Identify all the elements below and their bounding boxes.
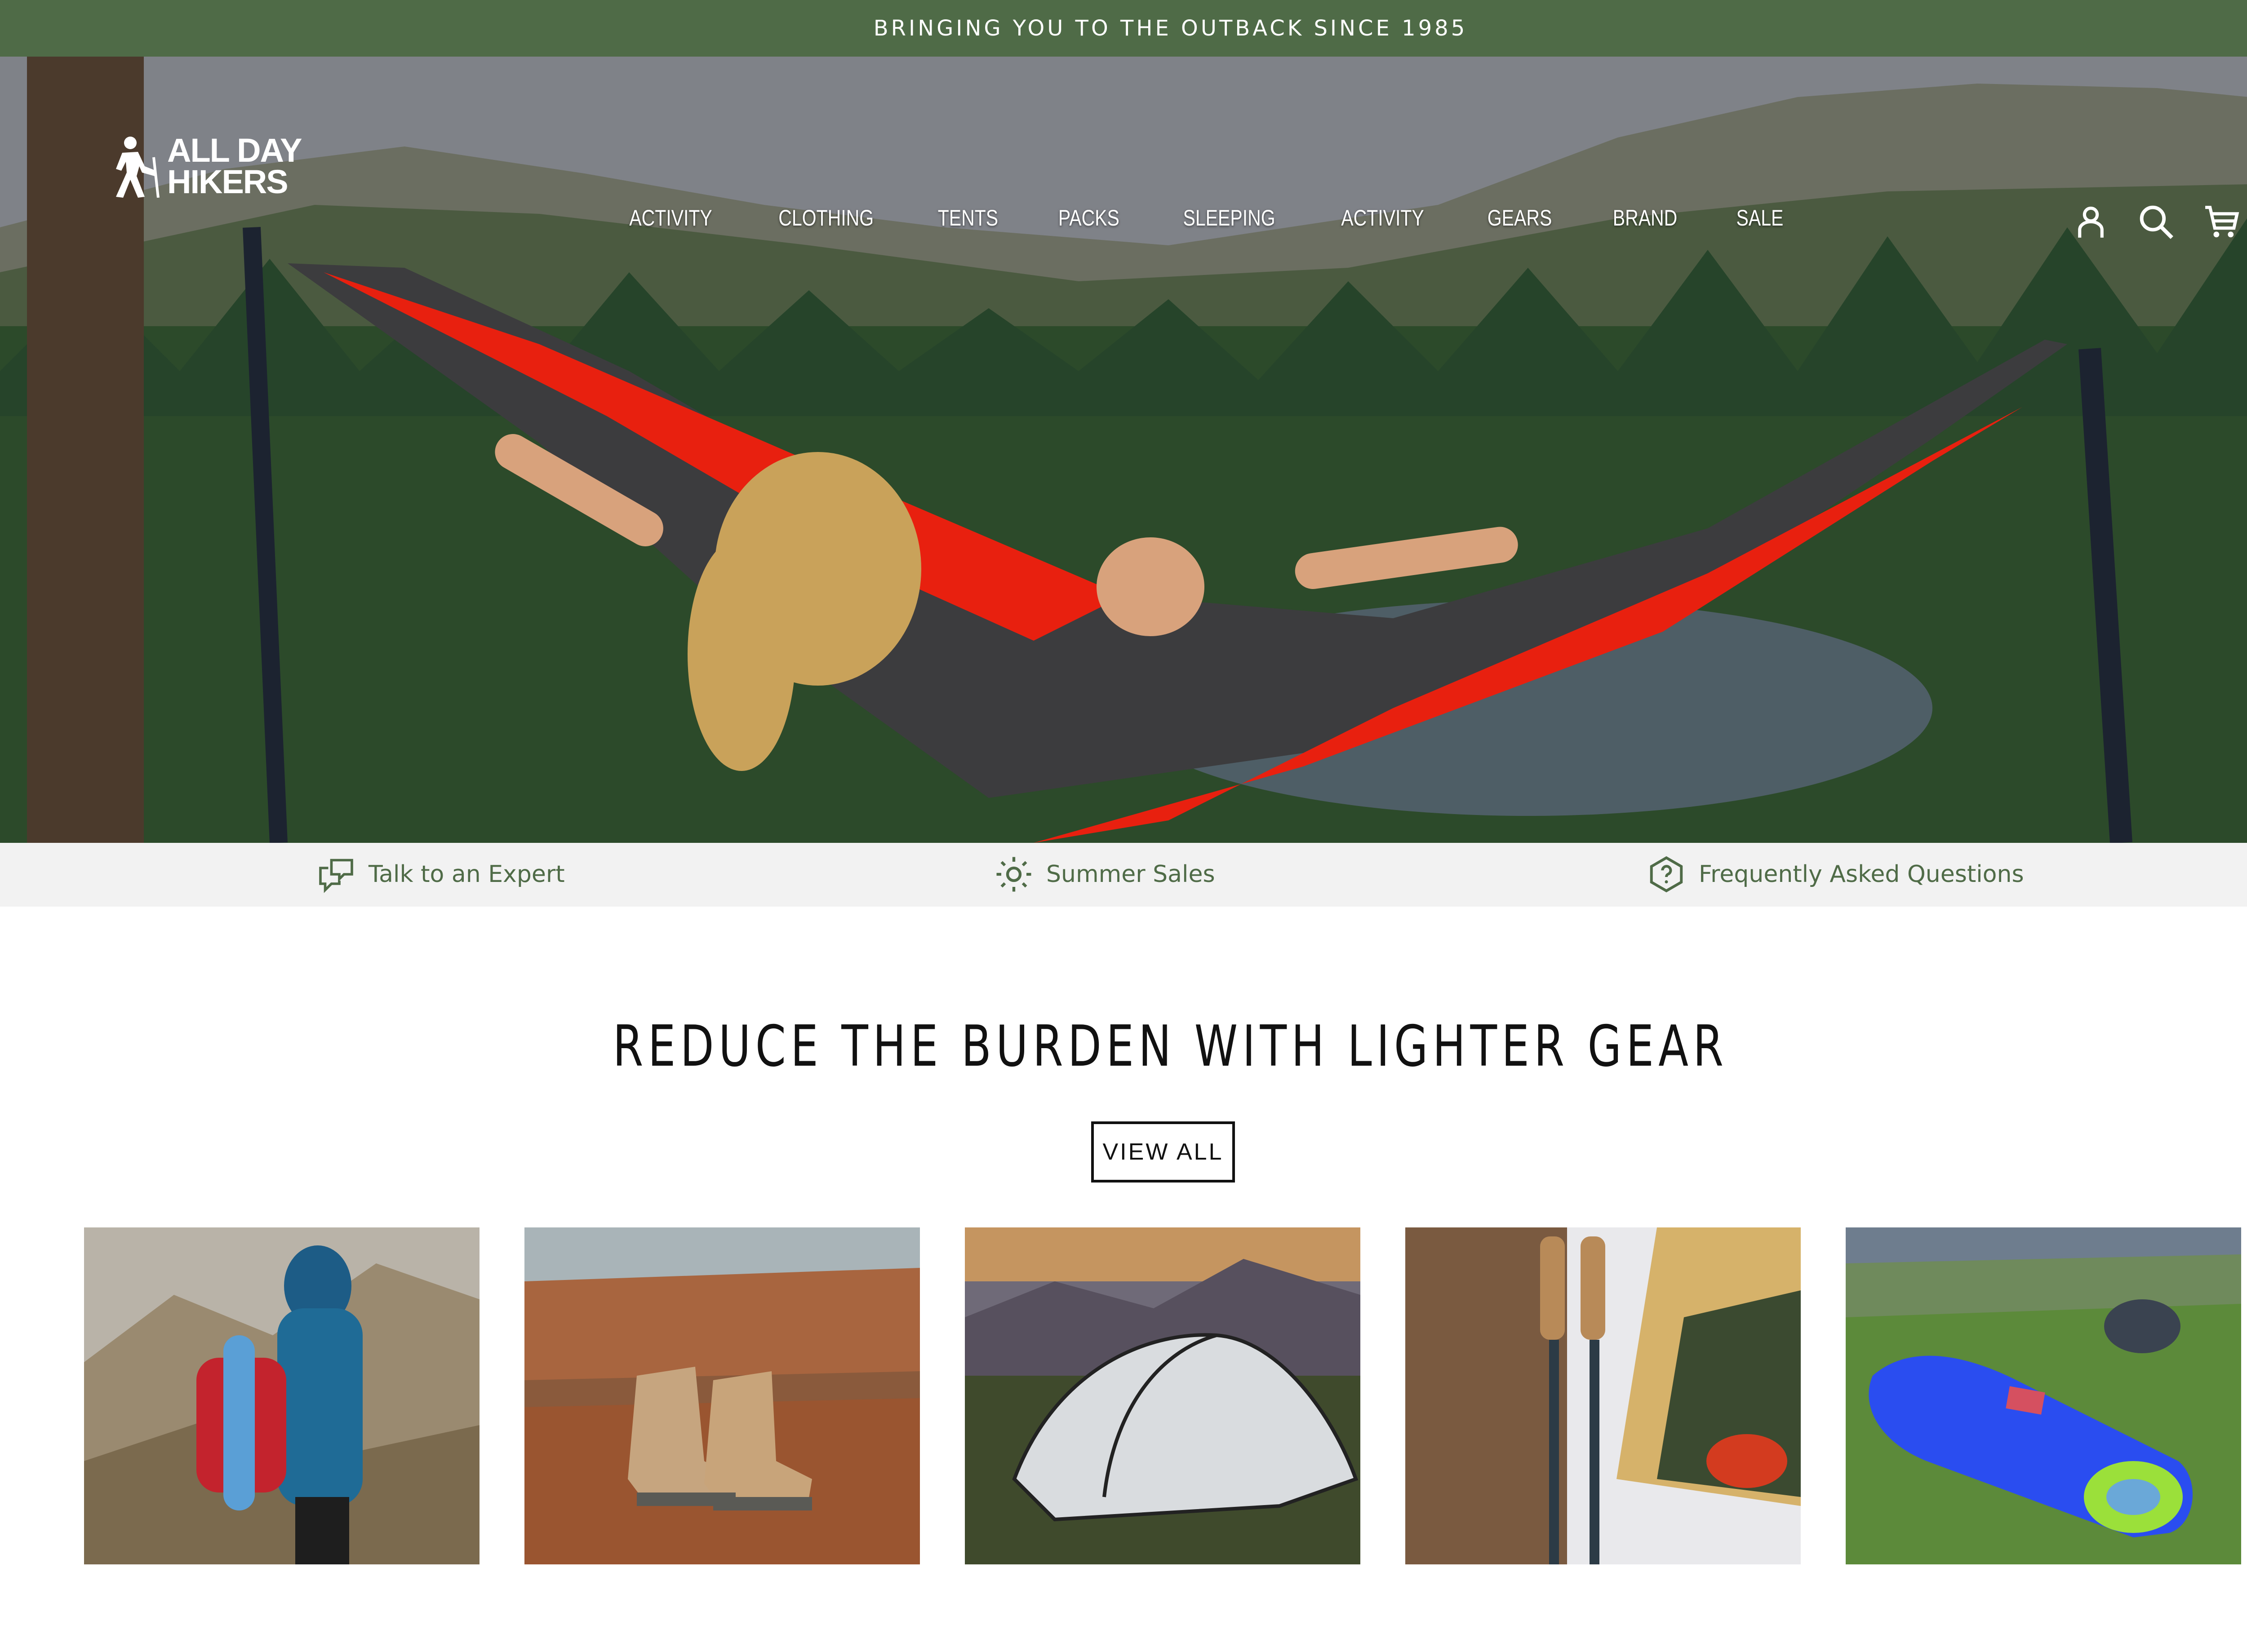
- announcement-text: BRINGING YOU TO THE OUTBACK SINCE 1985: [873, 16, 1468, 41]
- product-card-tent[interactable]: [965, 1227, 1360, 1564]
- nav-item-activity-2[interactable]: ACTIVITY: [1341, 205, 1425, 231]
- search-icon[interactable]: [2137, 203, 2175, 241]
- info-strip: Talk to an Expert Summer Sales Frequentl…: [0, 843, 2247, 907]
- question-icon: [1650, 856, 1683, 893]
- logo-line-1: ALL DAY: [167, 132, 302, 169]
- sun-icon: [996, 857, 1031, 892]
- product-grid: [84, 1227, 2241, 1564]
- hero-image: [0, 57, 2247, 843]
- hiker-backpack-image: [84, 1227, 480, 1564]
- main-nav: ACTIVITY CLOTHING TENTS PACKS SLEEPING A…: [620, 205, 1789, 231]
- nav-item-activity[interactable]: ACTIVITY: [629, 205, 712, 231]
- account-icon[interactable]: [2072, 203, 2110, 241]
- faq-label: Frequently Asked Questions: [1699, 861, 2024, 888]
- view-all-button[interactable]: VIEW ALL: [1091, 1121, 1235, 1183]
- announcement-bar: BRINGING YOU TO THE OUTBACK SINCE 1985: [0, 0, 2247, 57]
- summer-sales-link[interactable]: Summer Sales: [995, 855, 1215, 893]
- summer-sales-label: Summer Sales: [1046, 861, 1215, 888]
- sleeping-bag-image: [1846, 1227, 2241, 1564]
- talk-to-expert-label: Talk to an Expert: [369, 861, 565, 888]
- logo-wordmark: ALL DAY HIKERS: [167, 132, 302, 200]
- section-title: REDUCE THE BURDEN WITH LIGHTER GEAR: [613, 1013, 1728, 1079]
- product-card-sleeping-bag[interactable]: [1846, 1227, 2241, 1564]
- chat-icon: [319, 859, 353, 893]
- hiking-boots-image: [524, 1227, 920, 1564]
- nav-item-gears[interactable]: GEARS: [1487, 205, 1552, 231]
- cart-icon[interactable]: [2202, 203, 2240, 241]
- nav-item-sleeping[interactable]: SLEEPING: [1183, 205, 1275, 231]
- nav-item-tents[interactable]: TENTS: [938, 205, 998, 231]
- tent-image: [965, 1227, 1360, 1564]
- trekking-poles-image: [1405, 1227, 1801, 1564]
- header-actions: [2072, 203, 2240, 241]
- product-card-poles[interactable]: [1405, 1227, 1801, 1564]
- talk-to-expert-link[interactable]: Talk to an Expert: [317, 855, 565, 893]
- product-card-hiker[interactable]: [84, 1227, 480, 1564]
- logo-line-2: HIKERS: [167, 163, 289, 200]
- nav-item-clothing[interactable]: CLOTHING: [779, 205, 874, 231]
- hiker-logo-icon: [116, 137, 160, 198]
- nav-item-sale[interactable]: SALE: [1736, 205, 1784, 231]
- site-logo[interactable]: ALL DAY HIKERS: [113, 132, 302, 200]
- faq-link[interactable]: Frequently Asked Questions: [1648, 855, 2024, 893]
- product-card-boots[interactable]: [524, 1227, 920, 1564]
- nav-item-packs[interactable]: PACKS: [1058, 205, 1119, 231]
- hero-banner: ALL DAY HIKERS ACTIVITY CLOTHING TENTS P…: [0, 57, 2247, 843]
- nav-item-brand[interactable]: BRAND: [1613, 205, 1678, 231]
